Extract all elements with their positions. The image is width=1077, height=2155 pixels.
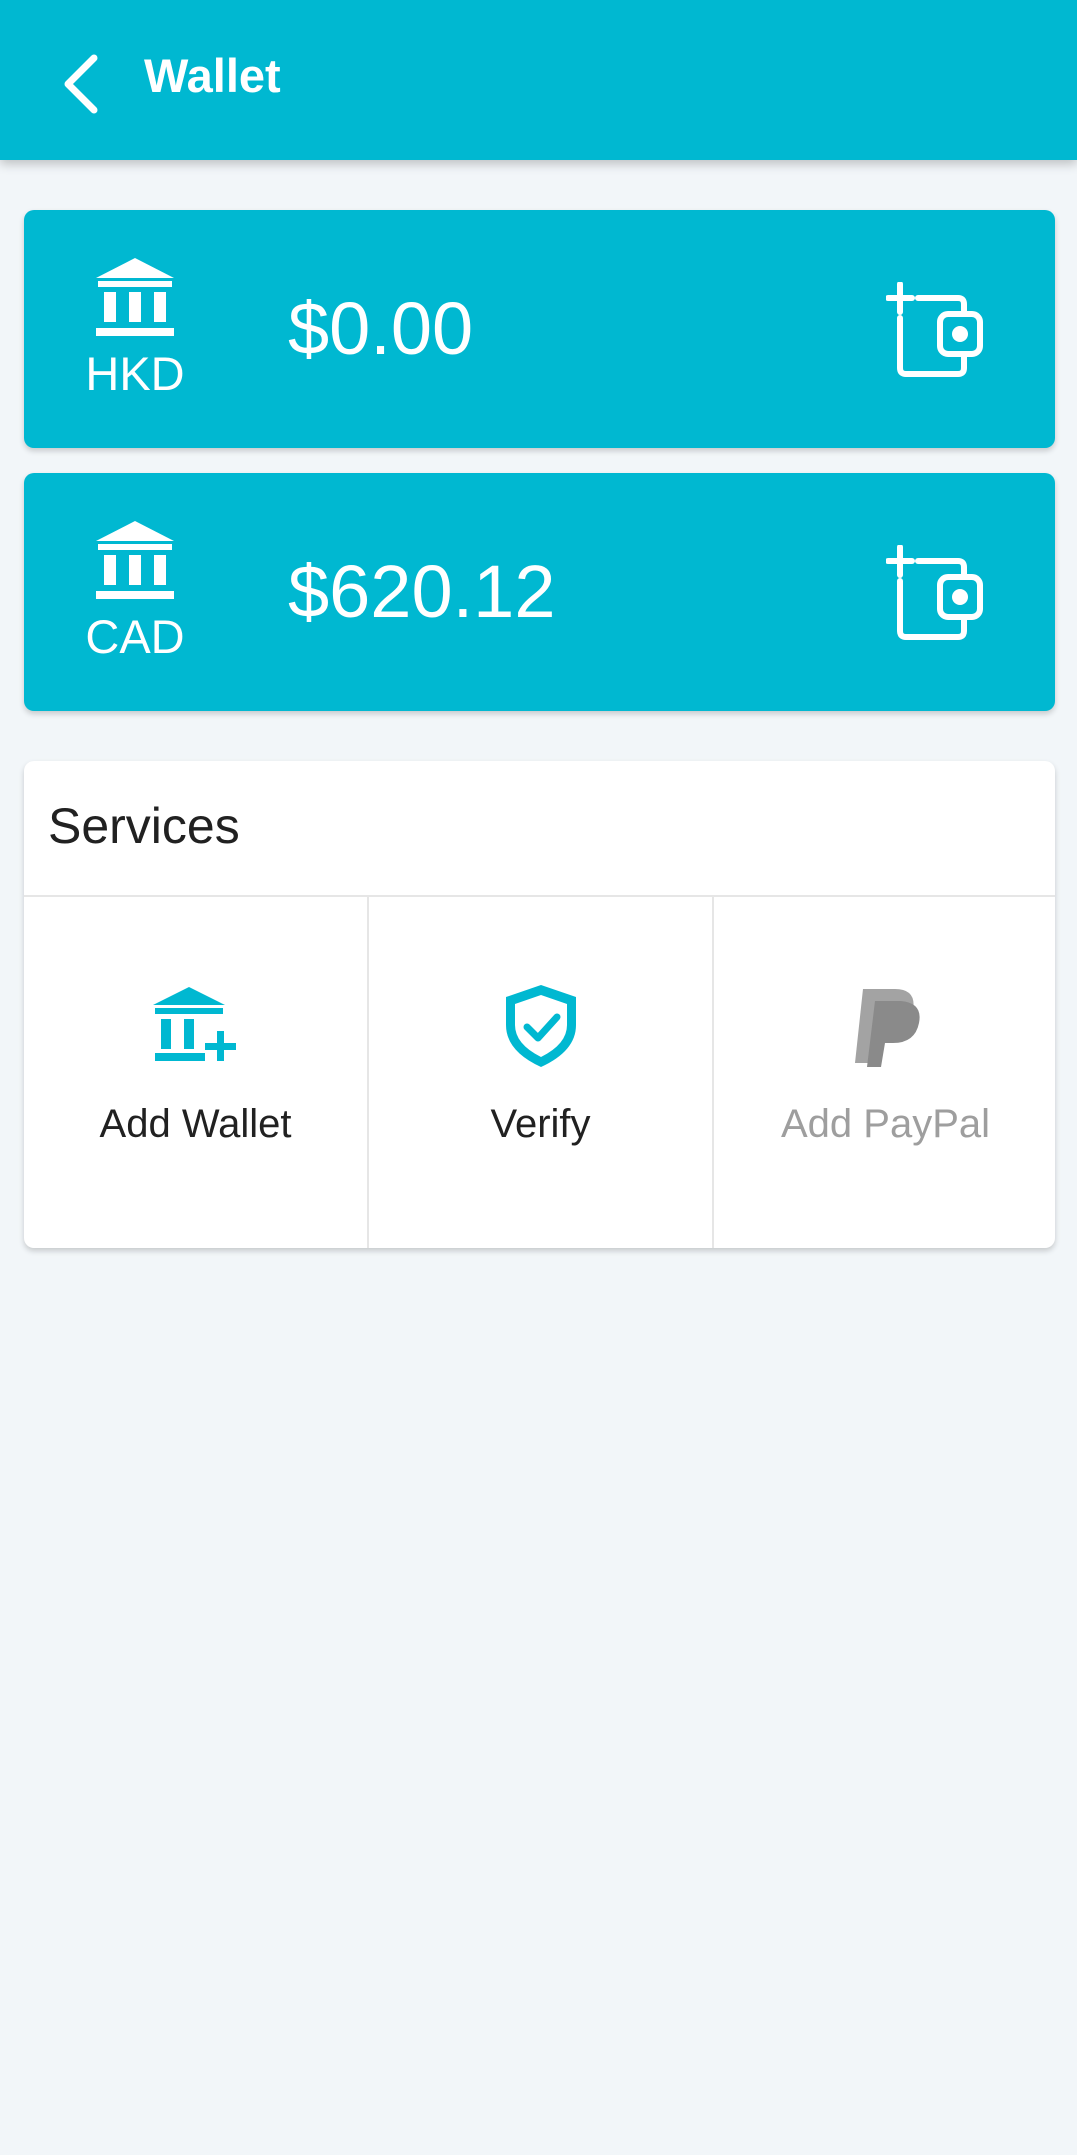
shield-check-icon	[505, 985, 576, 1067]
services-card: Services Add Wallet Verify Add PayPal	[24, 761, 1055, 1248]
add-to-wallet-button[interactable]	[885, 281, 990, 378]
wallet-card-cad[interactable]: CAD $620.12	[24, 473, 1055, 711]
page-title: Wallet	[144, 49, 281, 102]
bank-plus-icon	[152, 987, 236, 1061]
service-label: Add Wallet	[99, 1102, 292, 1146]
wallet-balance: $0.00	[288, 287, 474, 370]
add-wallet-button[interactable]: Add Wallet	[24, 897, 367, 1248]
service-label: Add PayPal	[780, 1102, 991, 1146]
currency-code: HKD	[85, 347, 185, 400]
verify-button[interactable]: Verify	[369, 897, 712, 1248]
chevron-left-icon	[64, 54, 98, 114]
paypal-icon	[854, 989, 920, 1067]
wallet-card-hkd[interactable]: HKD $0.00	[24, 210, 1055, 448]
add-to-wallet-button[interactable]	[885, 544, 990, 641]
bank-icon	[96, 521, 174, 599]
app-bar: Wallet	[0, 0, 1077, 160]
services-title: Services	[48, 798, 240, 854]
bank-icon	[96, 258, 174, 336]
back-button[interactable]	[48, 44, 120, 124]
add-wallet-icon	[885, 544, 983, 640]
currency-code: CAD	[85, 610, 185, 663]
wallet-balance: $620.12	[288, 550, 556, 633]
service-label: Verify	[490, 1102, 591, 1146]
add-paypal-button[interactable]: Add PayPal	[714, 897, 1055, 1248]
add-wallet-icon	[885, 281, 983, 377]
